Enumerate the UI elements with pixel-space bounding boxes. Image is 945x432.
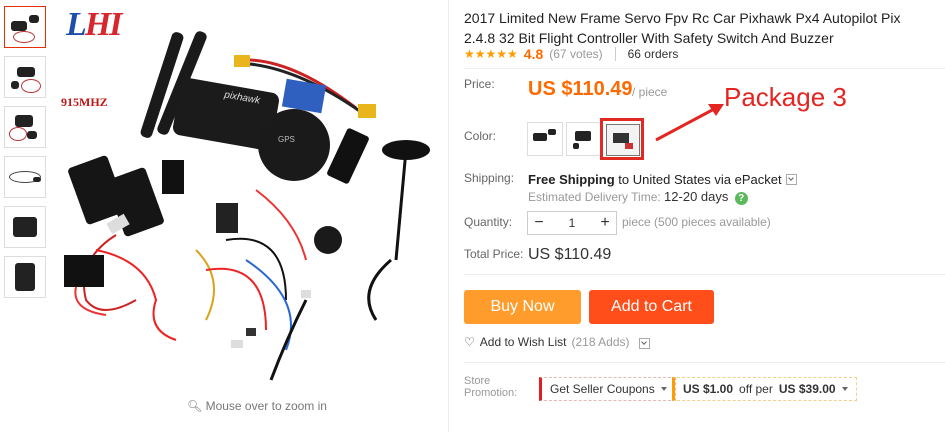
dropdown-arrow-icon [660,387,667,391]
total-label: Total Price: [464,247,524,261]
color-option-1[interactable] [527,122,563,156]
price-value: US $110.49 [528,78,633,100]
votes-link[interactable]: (67 votes) [549,47,602,61]
help-icon[interactable]: ? [734,192,748,205]
orders-count: 66 orders [627,47,679,61]
heart-icon: ♡ [464,335,475,349]
quantity-decrease-button[interactable]: − [528,214,550,232]
divider-line [464,362,945,363]
thumbnail-4[interactable] [4,156,46,198]
color-option-2[interactable] [566,122,602,156]
delivery-time: Estimated Delivery Time: 12-20 days ? [528,189,748,205]
divider-line [464,274,945,275]
thumbnail-5[interactable] [4,206,46,248]
store-promotion-label: Store Promotion: [464,375,518,399]
product-main-image[interactable]: pixhawk GPS [56,0,446,402]
thumbnail-2[interactable] [4,56,46,98]
brand-logo: LHI [66,6,122,43]
price-unit: / piece [632,85,668,99]
thumbnail-6[interactable] [4,256,46,298]
chevron-down-icon[interactable] [638,337,650,349]
thumbnail-list [4,6,48,306]
buy-now-button[interactable]: Buy Now [464,290,581,324]
color-option-3[interactable] [606,124,640,156]
svg-text:GPS: GPS [278,135,295,144]
thumbnail-3[interactable] [4,106,46,148]
rating-stars-icon[interactable]: ★★★★★ [464,47,518,61]
dropdown-arrow-icon [841,387,848,391]
shipping-label: Shipping: [464,171,515,185]
quantity-stepper: − 1 + [527,211,617,235]
rating-value: 4.8 [523,46,544,62]
product-title: 2017 Limited New Frame Servo Fpv Rc Car … [464,10,901,46]
store-deal-dropdown[interactable]: US $1.00 off per US $39.00 [672,377,857,401]
seller-coupons-dropdown[interactable]: Get Seller Coupons [539,377,676,401]
color-label: Color: [464,129,497,143]
shipping-option[interactable]: Free Shipping to United States via ePack… [528,172,797,187]
divider-line [464,68,945,69]
price-label: Price: [464,77,495,91]
quantity-increase-button[interactable]: + [594,214,616,232]
zoom-hint: 🔍︎ Mouse over to zoom in [187,399,327,413]
total-price: US $110.49 [528,246,612,263]
magnifier-icon: 🔍︎ [187,399,203,413]
wish-list-link[interactable]: ♡ Add to Wish List (218 Adds) [464,335,650,349]
rating-separator [614,47,616,61]
package-annotation: Package 3 [724,82,847,112]
quantity-input[interactable]: 1 [550,216,594,230]
add-to-cart-button[interactable]: Add to Cart [589,290,714,324]
quantity-label: Quantity: [464,215,513,229]
chevron-down-icon[interactable] [785,174,797,185]
frequency-label: 915MHZ [61,95,108,109]
quantity-availability: piece (500 pieces available) [622,215,771,229]
rating-row: ★★★★★ 4.8 (67 votes) 66 orders [464,46,678,62]
thumbnail-1[interactable] [4,6,46,48]
product-photo: pixhawk GPS [64,31,430,381]
panel-divider [448,0,449,432]
annotation-arrow-icon [655,104,724,142]
